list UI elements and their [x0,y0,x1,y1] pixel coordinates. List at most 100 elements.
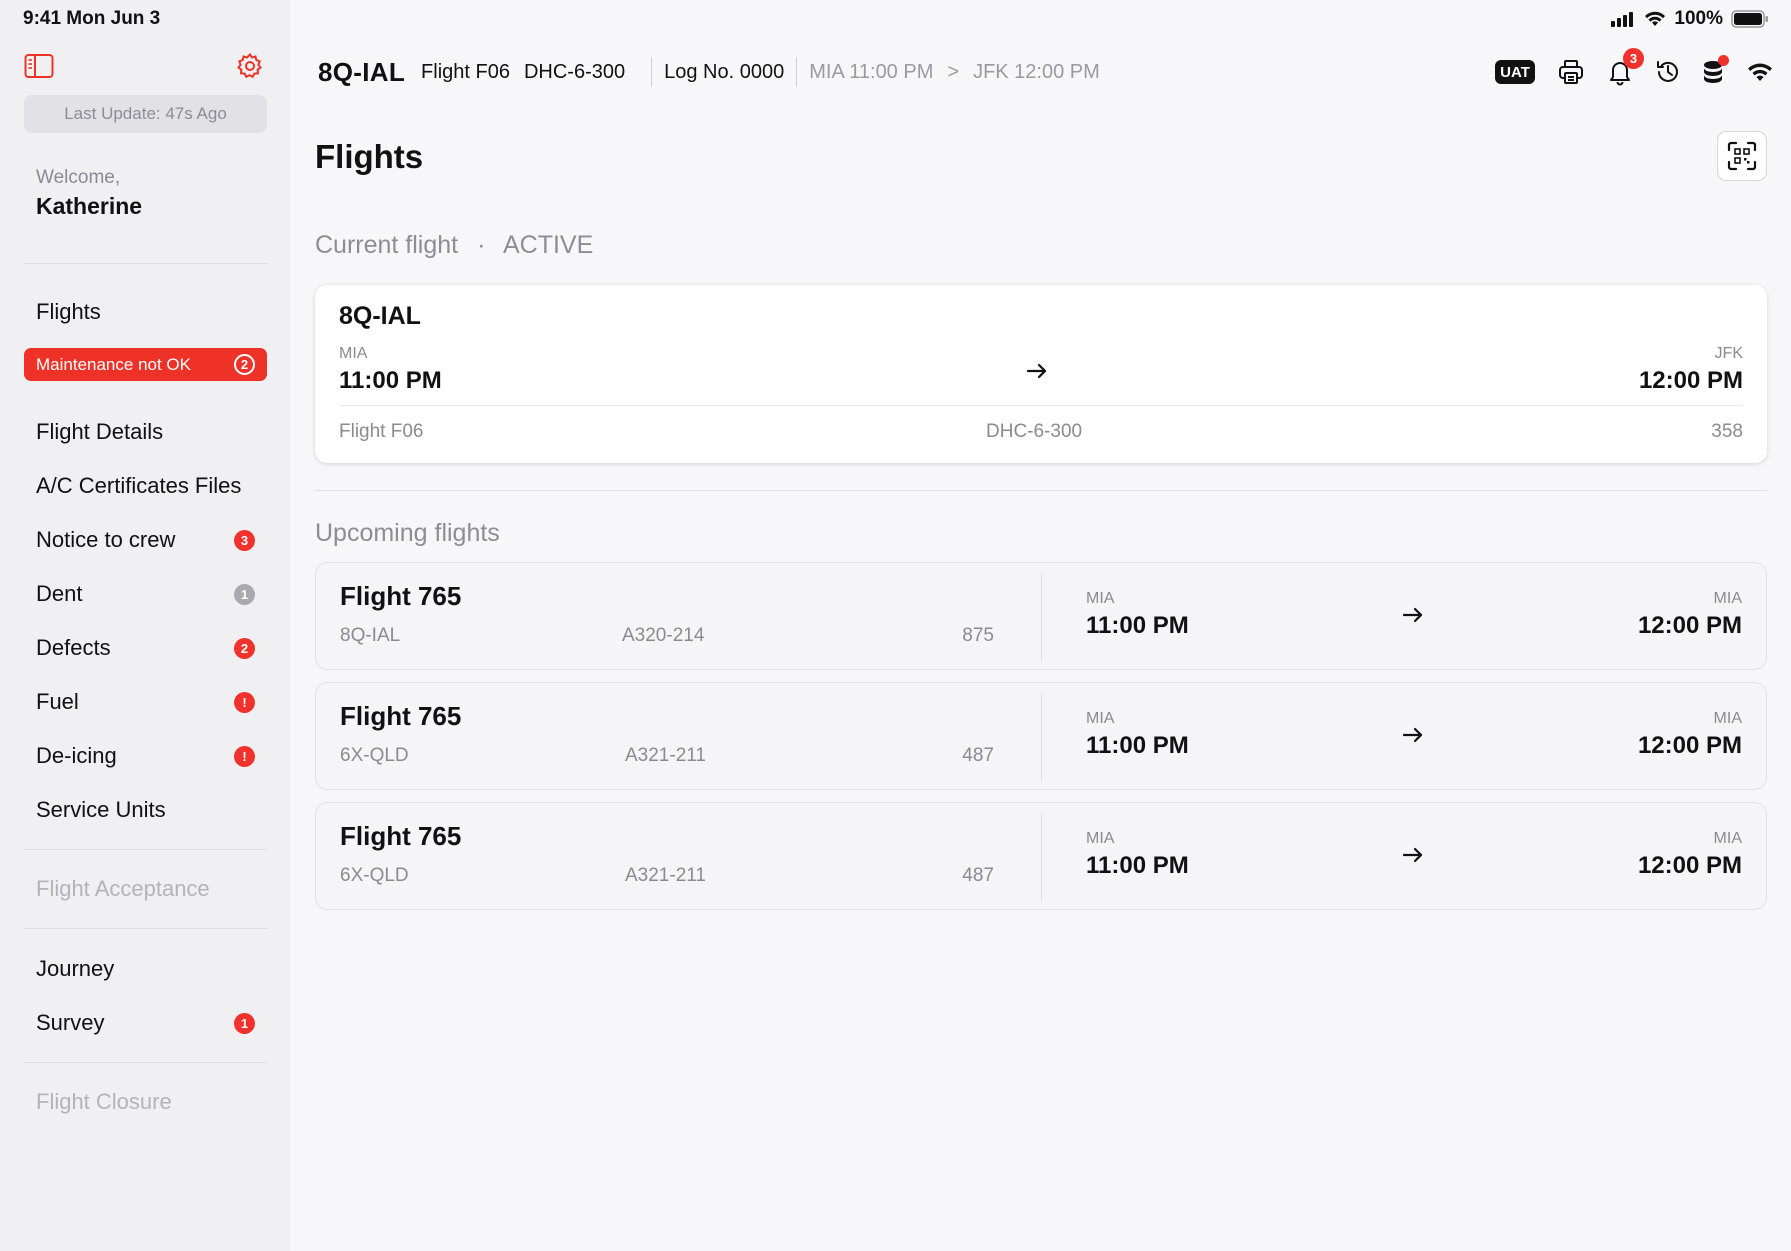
current-aircraft-type: DHC-6-300 [986,421,1083,442]
header-flight: Flight F06 [421,60,510,83]
flight-number: 487 [962,745,994,766]
current-arrival-time: 12:00 PM [1638,367,1743,394]
header-separator [796,57,798,87]
current-registration: 8Q-IAL [339,302,421,330]
sidebar-item-ac-certificates[interactable]: A/C Certificates Files [36,466,266,506]
sidebar-item-label: Flight Closure [36,1089,172,1114]
flight-aircraft: A320-214 [622,625,705,646]
sidebar-item-label: De-icing [36,743,117,768]
page-title: Flights [315,138,424,175]
sidebar-toggle-icon[interactable] [24,53,54,79]
status-time: 9:41 Mon Jun 3 [23,8,161,29]
sidebar-item-defects[interactable]: Defects 2 [36,628,266,668]
sidebar-divider [24,928,267,929]
origin-code: MIA [1086,830,1115,847]
departure-time: 11:00 PM [1086,852,1189,879]
sidebar-divider [24,1062,267,1063]
sidebar-item-label: Survey [36,1010,105,1035]
notice-count-badge: 3 [234,529,255,551]
current-departure-time: 11:00 PM [339,367,442,394]
sidebar-item-label: Journey [36,956,115,981]
wifi-icon[interactable] [1746,58,1774,86]
notifications-button[interactable]: 3 [1606,48,1644,86]
sidebar-item-flight-acceptance: Flight Acceptance [36,869,266,909]
origin-code: MIA [1086,710,1115,727]
defects-count-badge: 2 [234,637,255,659]
sidebar-item-journey[interactable]: Journey [36,949,266,989]
qr-scan-button[interactable] [1717,131,1767,181]
last-update-indicator: Last Update: 47s Ago [24,95,267,133]
sidebar-item-label: Flight Details [36,419,164,444]
header-separator [651,57,653,87]
gear-icon[interactable] [236,52,264,80]
sidebar-item-dent[interactable]: Dent 1 [36,574,266,614]
sidebar-item-fuel[interactable]: Fuel ! [36,682,266,722]
section-divider [315,490,1767,491]
battery-percent: 100% [1674,8,1723,29]
flight-name: Flight 765 [340,821,462,851]
chevron-right-icon: > [947,60,960,83]
flight-number: 487 [962,865,994,886]
arrival-time: 12:00 PM [1637,732,1742,759]
de-icing-alert-icon: ! [234,745,255,767]
sidebar-item-label: Flight Acceptance [36,876,210,901]
card-separator [1041,693,1042,781]
arrow-right-icon [1402,727,1423,743]
origin-code: MIA [1086,590,1115,607]
sidebar-item-flight-details[interactable]: Flight Details [36,412,266,452]
upcoming-flight-card[interactable]: Flight 765 8Q-IAL A320-214 875 MIA 11:00… [315,562,1767,670]
header-destination: JFK 12:00 PM [973,60,1100,83]
maintenance-count-badge: 2 [234,354,255,375]
destination-code: MIA [1713,830,1742,847]
printer-icon[interactable] [1557,58,1585,86]
status-bar: 9:41 Mon Jun 3 100% [0,0,1791,36]
history-icon[interactable] [1654,58,1682,86]
wifi-icon [1645,11,1666,26]
card-separator [1041,813,1042,901]
current-flight-number: Flight F06 [339,421,424,442]
environment-badge: UAT [1495,60,1535,84]
sidebar-item-flights[interactable]: Flights [36,292,266,332]
sidebar-item-label: Service Units [36,797,166,822]
battery-icon [1731,10,1768,28]
sidebar-item-survey[interactable]: Survey 1 [36,1003,266,1043]
header-log-number: Log No. 0000 [664,60,785,83]
upcoming-flights-heading: Upcoming flights [315,519,500,547]
sidebar-item-label: Fuel [36,689,79,714]
current-origin-code: MIA [339,345,368,362]
flight-registration: 6X-QLD [340,865,409,886]
sidebar-item-label: Defects [36,635,111,660]
sidebar-item-notice-to-crew[interactable]: Notice to crew 3 [36,520,266,560]
upcoming-flight-card[interactable]: Flight 765 6X-QLD A321-211 487 MIA 11:00… [315,682,1767,790]
current-flight-heading: Current flight · ACTIVE [315,231,593,260]
sidebar-item-label: Notice to crew [36,527,176,552]
sidebar-divider [24,263,267,264]
current-number: 358 [1711,421,1743,442]
arrival-time: 12:00 PM [1637,612,1742,639]
departure-time: 11:00 PM [1086,612,1189,639]
status-indicators: 100% [1610,8,1769,30]
flight-name: Flight 765 [340,581,462,611]
user-name: Katherine [36,193,143,219]
flight-registration: 6X-QLD [340,745,409,766]
flight-header: 8Q-IAL Flight F06 DHC-6-300 Log No. 0000… [318,52,1100,92]
sidebar-item-de-icing[interactable]: De-icing ! [36,736,266,776]
current-flight-card[interactable]: 8Q-IAL MIA 11:00 PM JFK 12:00 PM Flight … [315,285,1767,463]
dent-count-badge: 1 [234,583,255,605]
header-registration: 8Q-IAL [318,56,406,87]
sidebar-item-service-units[interactable]: Service Units [36,790,266,830]
flight-aircraft: A321-211 [625,745,706,766]
header-origin: MIA 11:00 PM [809,60,934,83]
sync-alert-dot [1718,55,1729,66]
sidebar-divider [24,849,267,850]
maintenance-status-pill[interactable]: Maintenance not OK 2 [24,348,267,381]
welcome-label: Welcome, [36,167,121,188]
flight-number: 875 [962,625,994,646]
card-divider [339,405,1743,406]
cellular-signal-icon [1611,12,1634,27]
heading-separator-dot: · [477,231,486,259]
current-flight-status: ACTIVE [502,231,594,259]
database-sync-button[interactable] [1700,55,1729,86]
sidebar-item-flight-closure: Flight Closure [36,1082,266,1122]
upcoming-flight-card[interactable]: Flight 765 6X-QLD A321-211 487 MIA 11:00… [315,802,1767,910]
